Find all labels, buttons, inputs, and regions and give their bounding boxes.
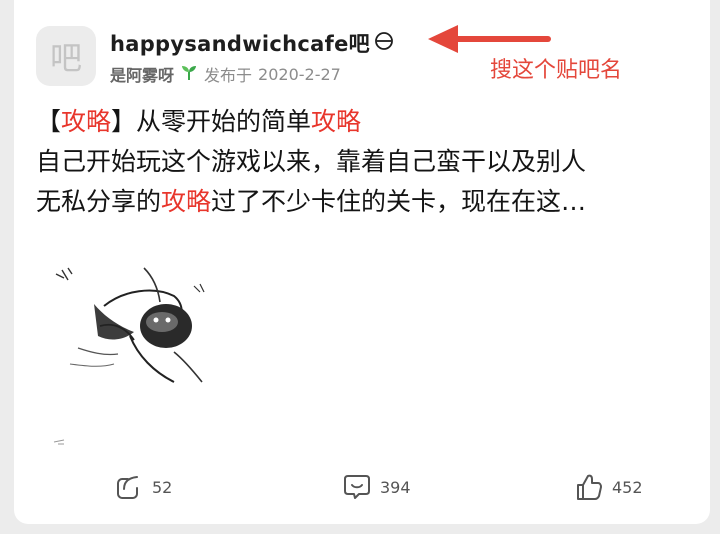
forum-name-link[interactable]: happysandwichcafe吧 (110, 28, 394, 58)
title-part: 】从零开始的简单 (111, 107, 312, 136)
share-count: 52 (152, 477, 173, 497)
excerpt-part: 无私分享的 (36, 187, 162, 216)
excerpt-highlight: 攻略 (161, 187, 212, 216)
comment-icon (342, 472, 372, 502)
avatar-char: 吧 (49, 39, 82, 77)
forum-avatar[interactable]: 吧 (36, 26, 96, 86)
post-date: 2020-2-27 (258, 64, 341, 84)
like-count: 452 (612, 477, 643, 497)
excerpt-line: 自己开始玩这个游戏以来，靠着自己蛮干以及别人 (36, 147, 587, 176)
comment-button[interactable]: 394 (342, 472, 411, 502)
share-icon (114, 472, 144, 502)
like-button[interactable]: 452 (574, 472, 643, 502)
posted-prefix: 发布于 (204, 66, 253, 85)
post-title[interactable]: 【攻略】从零开始的简单攻略 (36, 102, 361, 138)
title-highlight: 攻略 (311, 107, 362, 136)
forum-name: happysandwichcafe吧 (110, 32, 370, 56)
post-excerpt[interactable]: 自己开始玩这个游戏以来，靠着自己蛮干以及别人 无私分享的攻略过了不少卡住的关卡，… (36, 142, 696, 222)
post-card[interactable]: 吧 happysandwichcafe吧 是阿雾呀 发布于 2020-2-27 … (14, 0, 710, 524)
action-bar: 52 394 452 (14, 472, 710, 506)
excerpt-part: 过了不少卡住的关卡，现在在这… (211, 187, 587, 216)
sprout-icon (180, 63, 198, 85)
annotation-text: 搜这个贴吧名 (490, 58, 623, 83)
post-meta: 是阿雾呀 发布于 2020-2-27 (110, 62, 341, 86)
thumbs-up-icon (574, 472, 604, 502)
comment-count: 394 (380, 477, 411, 497)
share-button[interactable]: 52 (114, 472, 172, 502)
excerpt-line: 无私分享的攻略过了不少卡住的关卡，现在在这… (36, 182, 696, 222)
title-highlight: 攻略 (61, 107, 112, 136)
title-part: 【 (36, 107, 62, 136)
post-image-sketch[interactable] (34, 256, 234, 456)
author-name[interactable]: 是阿雾呀 (110, 62, 174, 86)
ban-icon (374, 31, 394, 56)
